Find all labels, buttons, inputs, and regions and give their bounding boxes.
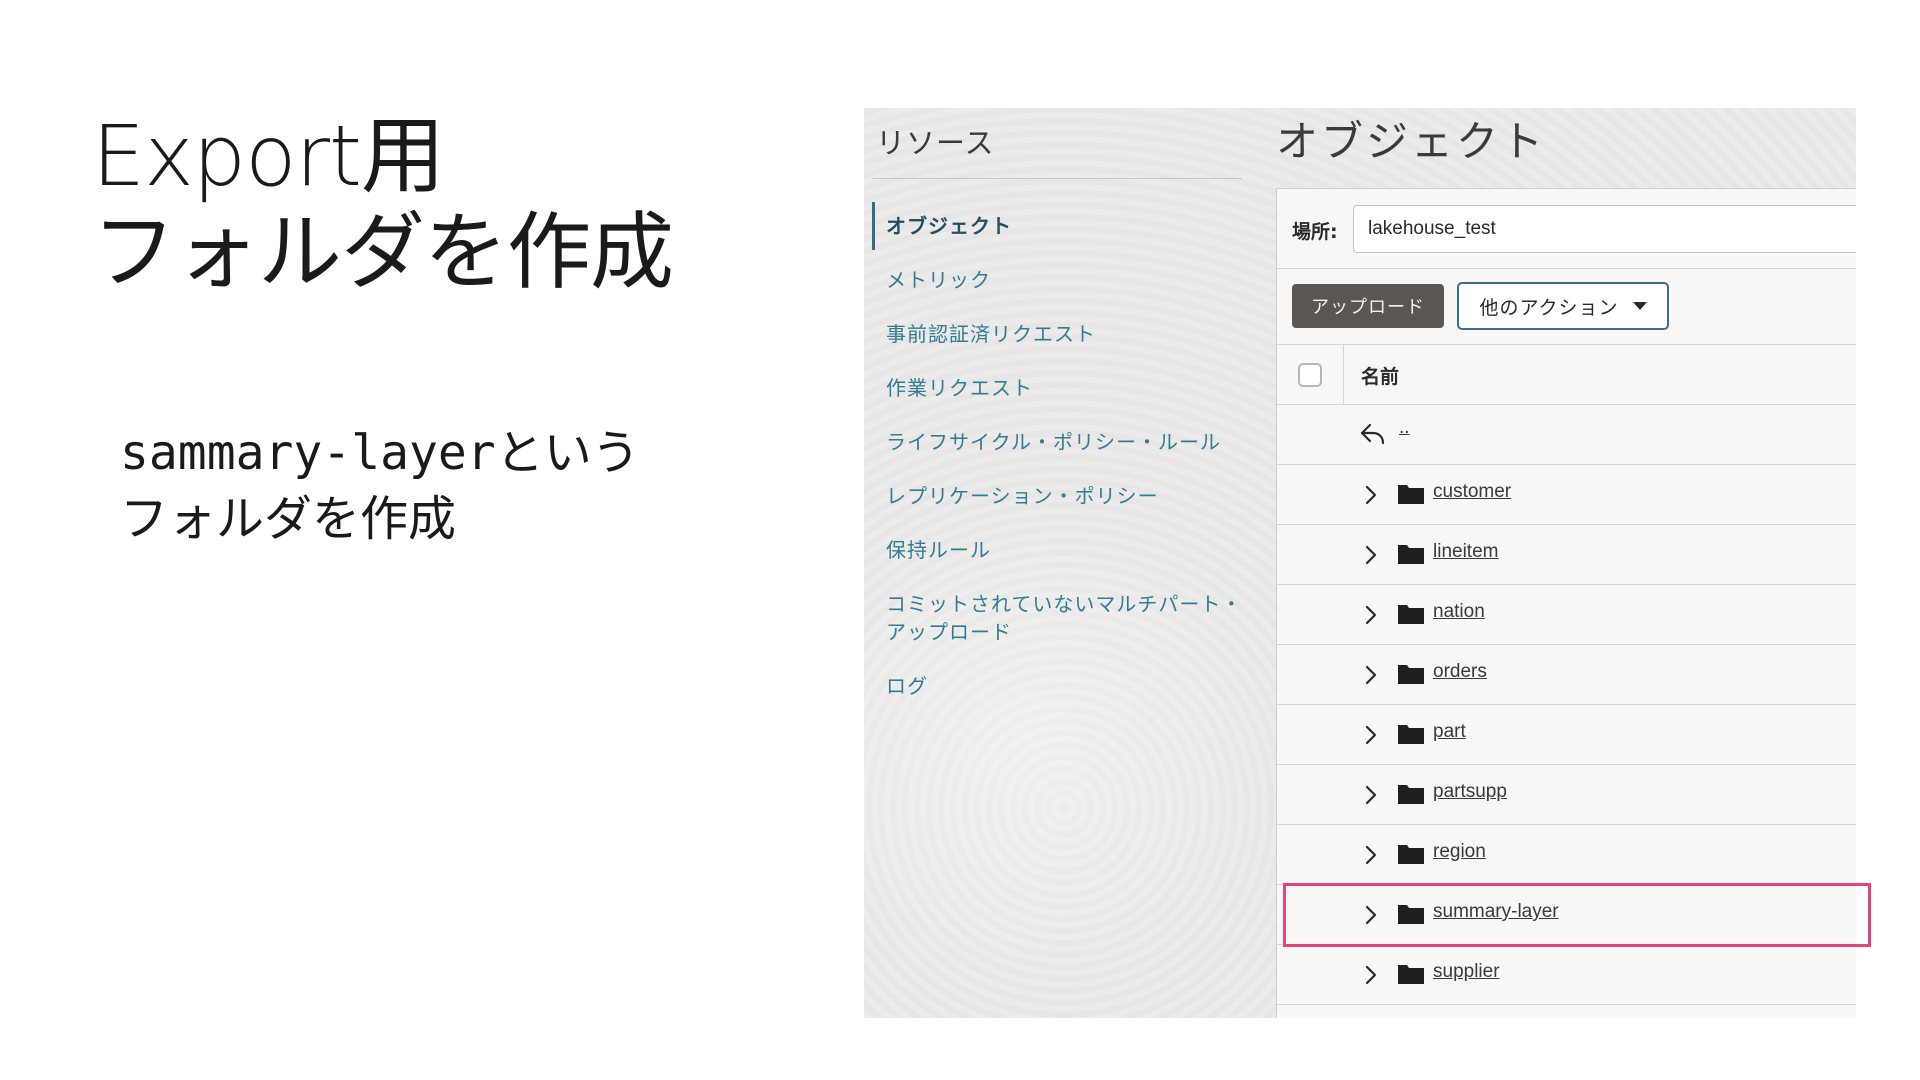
folder-icon (1398, 545, 1424, 564)
folder-link[interactable]: supplier (1433, 961, 1500, 983)
header-divider (1343, 345, 1344, 405)
chevron-right-icon[interactable] (1361, 602, 1381, 628)
chevron-right-icon[interactable] (1361, 962, 1381, 988)
resources-nav: オブジェクト メトリック事前認証済リクエスト 作業リクエスト ライフサイクル・ポリシー… (872, 202, 1252, 716)
sidebar-item-2[interactable]: 事前認証済リクエスト (872, 310, 1252, 358)
sidebar-item-5[interactable]: レプリケーション・ポリシー (872, 472, 1252, 520)
slide-body: sammary-layerという フォルダを作成 (120, 420, 720, 552)
folder-link[interactable]: nation (1433, 601, 1485, 623)
more-actions-label: 他のアクション (1479, 296, 1619, 319)
folder-link[interactable]: summary-layer (1433, 901, 1559, 923)
console-screenshot: リソース オブジェクト メトリック 事前認証済リクエスト 作業リクエスト ライフサイクル… (864, 108, 1856, 1018)
table-row: region (1277, 825, 1856, 885)
folder-link[interactable]: lineitem (1433, 541, 1498, 563)
sidebar-item-4[interactable]: ライフサイクル・ポリシー・ルール (872, 418, 1252, 466)
chevron-right-icon[interactable] (1361, 902, 1381, 928)
more-actions-button[interactable]: 他のアクション (1457, 282, 1669, 330)
folder-icon (1398, 665, 1424, 684)
table-header: 名前 (1277, 345, 1856, 405)
folder-icon (1398, 965, 1424, 984)
select-all-checkbox[interactable] (1298, 363, 1322, 387)
resources-sidebar: リソース オブジェクト メトリック事前認証済リクエスト 作業リクエスト ライフサイクル… (864, 108, 1276, 1018)
sidebar-item-8[interactable]: ログ (872, 662, 1252, 710)
parent-row: .. (1277, 405, 1856, 465)
parent-folder-link[interactable]: .. (1399, 417, 1410, 439)
chevron-right-icon[interactable] (1361, 722, 1381, 748)
folder-link[interactable]: partsupp (1433, 781, 1507, 803)
folder-icon (1398, 905, 1424, 924)
actions-row: アップロード 他のアクション (1277, 269, 1856, 345)
back-arrow-icon (1360, 423, 1385, 445)
folder-icon (1398, 725, 1424, 744)
location-label: 場所: (1292, 221, 1338, 243)
chevron-right-icon[interactable] (1361, 782, 1381, 808)
table-row: lineitem (1277, 525, 1856, 585)
folder-icon (1398, 605, 1424, 624)
slide-body-line-1: sammary-layerという (120, 420, 720, 486)
sidebar-item-7[interactable]: コミットされていないマルチパート・アップロード (872, 580, 1252, 656)
table-row: supplier (1277, 945, 1856, 1005)
upload-button[interactable]: アップロード (1292, 284, 1444, 328)
sidebar-item-1[interactable]: メトリック (872, 256, 1252, 304)
object-list: .. customer lineitem nation orders part parts… (1277, 405, 1856, 1005)
page-title: オブジェクト (1276, 117, 1547, 166)
chevron-right-icon[interactable] (1361, 842, 1381, 868)
table-row: partsupp (1277, 765, 1856, 825)
caret-down-icon (1632, 302, 1647, 310)
sidebar-divider (872, 178, 1242, 179)
folder-link[interactable]: customer (1433, 481, 1511, 503)
folder-icon (1398, 485, 1424, 504)
slide-body-line-2: フォルダを作成 (120, 491, 457, 547)
slide-title: Export用 フォルダを作成 (92, 108, 792, 300)
slide-body-suffix: という (495, 425, 640, 481)
table-row: orders (1277, 645, 1856, 705)
folder-icon (1398, 785, 1424, 804)
folder-name-code: sammary-layer (120, 425, 496, 481)
sidebar-item-0[interactable]: オブジェクト (872, 202, 1252, 250)
objects-panel: 場所: lakehouse_test アップロード 他のアクション 名前 .. … (1276, 188, 1856, 1018)
table-row: summary-layer (1277, 885, 1856, 945)
folder-link[interactable]: region (1433, 841, 1486, 863)
slide-title-line-1: Export用 (92, 107, 445, 205)
column-header-name: 名前 (1361, 366, 1400, 388)
table-row: nation (1277, 585, 1856, 645)
sidebar-title: リソース (876, 126, 995, 160)
chevron-right-icon[interactable] (1361, 542, 1381, 568)
sidebar-item-6[interactable]: 保持ルール (872, 526, 1252, 574)
chevron-right-icon[interactable] (1361, 662, 1381, 688)
objects-main: オブジェクト 場所: lakehouse_test アップロード 他のアクション… (1276, 108, 1856, 1018)
location-field[interactable]: lakehouse_test (1353, 205, 1856, 253)
location-row: 場所: lakehouse_test (1277, 189, 1856, 269)
table-row: customer (1277, 465, 1856, 525)
table-row: part (1277, 705, 1856, 765)
folder-icon (1398, 845, 1424, 864)
sidebar-item-3[interactable]: 作業リクエスト (872, 364, 1252, 412)
slide-title-line-2: フォルダを作成 (92, 203, 674, 301)
folder-link[interactable]: part (1433, 721, 1466, 743)
chevron-right-icon[interactable] (1361, 482, 1381, 508)
folder-link[interactable]: orders (1433, 661, 1487, 683)
